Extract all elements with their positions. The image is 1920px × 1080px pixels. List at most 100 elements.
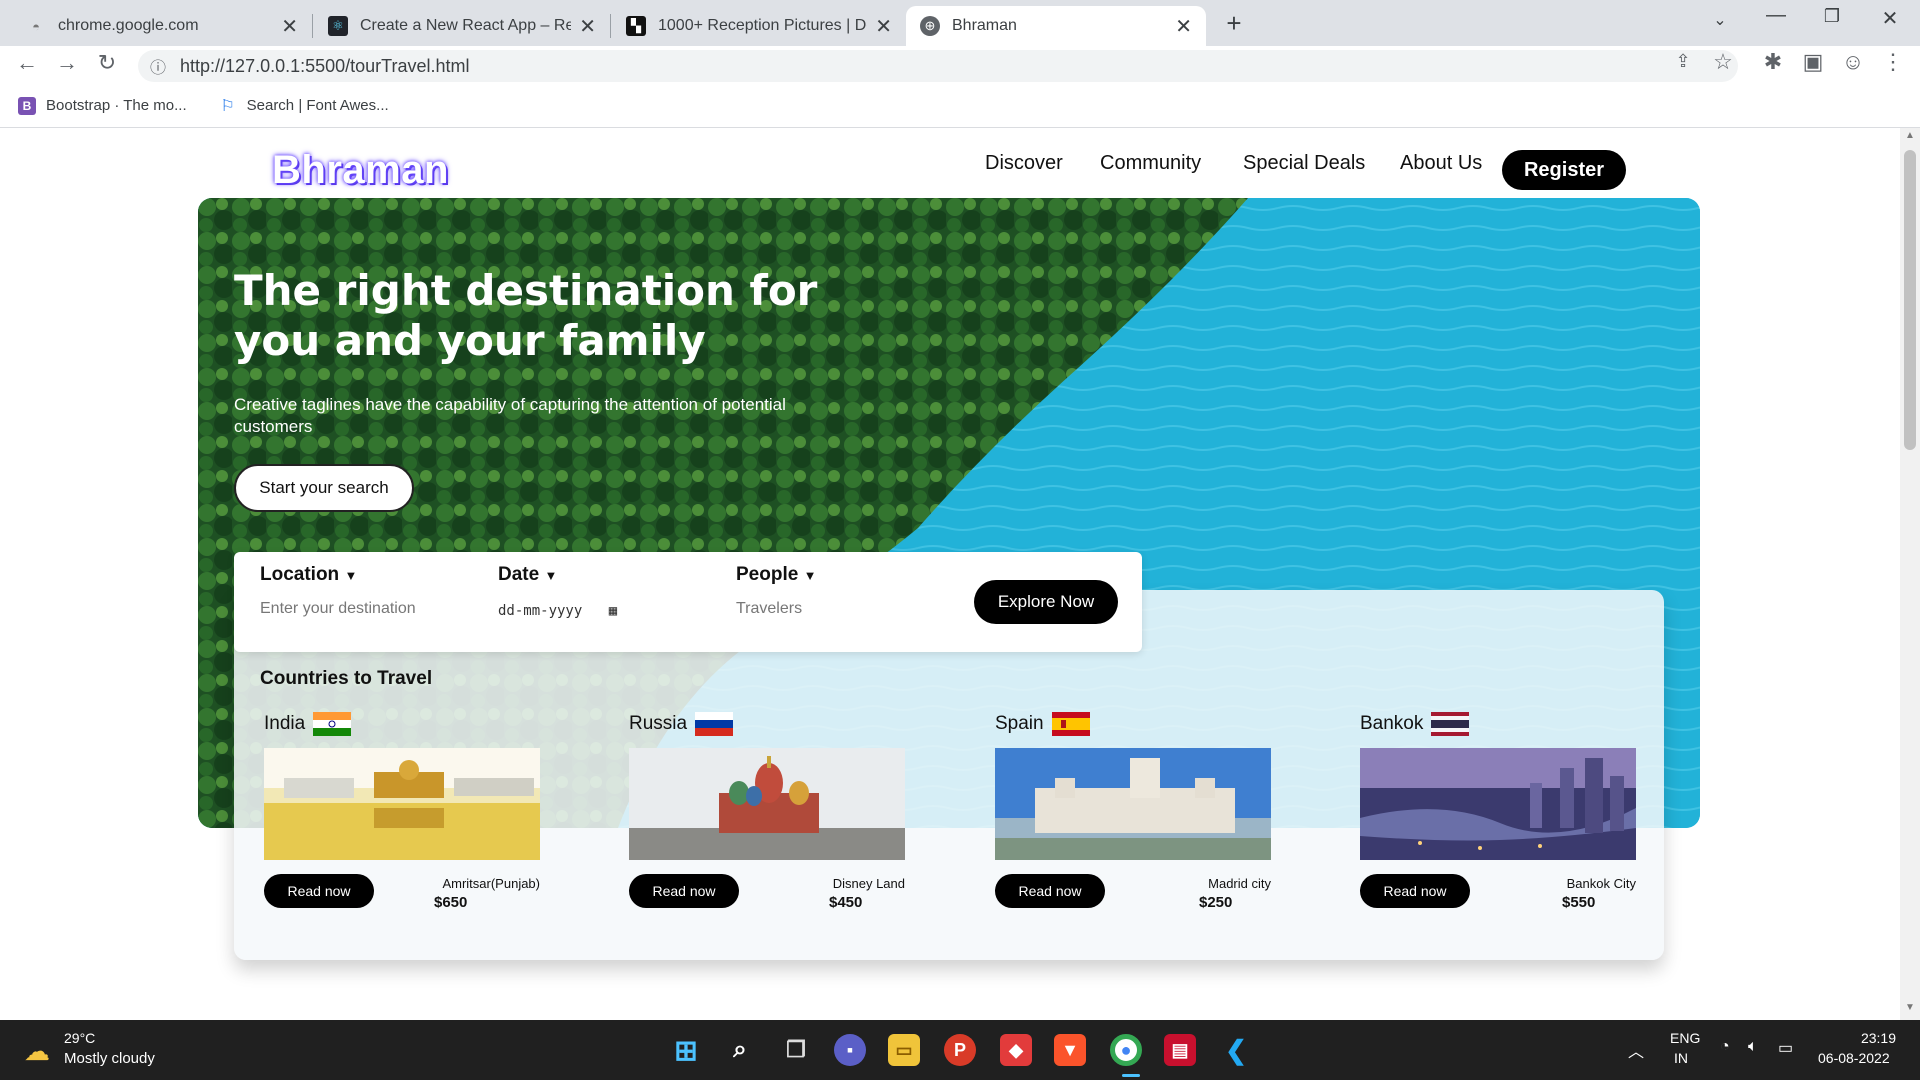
close-icon[interactable]: ✕ — [1175, 14, 1192, 39]
caret-down-icon: ▼ — [344, 568, 358, 583]
tab-unsplash[interactable]: ▚ 1000+ Reception Pictures | Down ✕ — [612, 6, 906, 46]
tab-search-icon[interactable]: ⌄ — [1700, 10, 1740, 30]
reload-icon[interactable]: ↻ — [92, 50, 122, 76]
chrome-icon[interactable]: ● — [1110, 1034, 1142, 1066]
countries-title: Countries to Travel — [260, 668, 433, 689]
weather-temperature[interactable]: 29°C — [64, 1030, 95, 1046]
tab-bhraman[interactable]: ⊕ Bhraman ✕ — [906, 6, 1206, 46]
side-panel-icon[interactable]: ▣ — [1798, 49, 1828, 75]
close-icon[interactable]: ✕ — [875, 14, 892, 39]
nav-community[interactable]: Community — [1100, 152, 1201, 175]
russia-flag-icon — [695, 712, 734, 736]
search-box: Location ▼ Enter your destination Date ▼… — [234, 552, 1142, 652]
close-icon[interactable]: ✕ — [579, 14, 596, 39]
back-icon[interactable]: ← — [12, 50, 42, 76]
file-explorer-icon[interactable]: ▭ — [888, 1034, 920, 1066]
menu-icon[interactable]: ⋮ — [1878, 49, 1908, 75]
read-now-button[interactable]: Read now — [1360, 874, 1470, 908]
battery-icon[interactable]: ▭ — [1778, 1038, 1793, 1058]
tab-title: Create a New React App – React — [360, 17, 572, 34]
madrid-palace-image — [995, 748, 1271, 860]
browser-toolbar: ← → ↻ ⓘ http://127.0.0.1:5500/tourTravel… — [0, 46, 1920, 84]
hero-subtitle: Creative taglines have the capability of… — [234, 395, 786, 436]
site-logo[interactable]: Bhraman — [272, 148, 449, 193]
india-flag-icon — [313, 712, 352, 736]
share-icon[interactable]: ⇪ — [1668, 51, 1698, 72]
tab-chrome-webstore[interactable]: ◓ chrome.google.com ✕ — [12, 6, 312, 46]
volume-icon[interactable]: 🔈︎ — [1748, 1038, 1758, 1056]
nav-discover[interactable]: Discover — [985, 152, 1063, 175]
price: $250 — [1199, 894, 1233, 911]
bangkok-city-image — [1360, 748, 1636, 860]
extensions-icon[interactable]: ✱ — [1758, 49, 1788, 75]
teams-chat-icon[interactable]: ▪ — [834, 1034, 866, 1066]
task-view-icon[interactable]: ❐ — [780, 1034, 812, 1066]
clock-date[interactable]: 06-08-2022 — [1818, 1050, 1890, 1066]
profile-icon[interactable]: ☺ — [1838, 49, 1868, 75]
read-now-button[interactable]: Read now — [629, 874, 739, 908]
unsplash-icon: ▚ — [626, 16, 646, 36]
price: $550 — [1562, 894, 1596, 911]
new-tab-button[interactable]: + — [1214, 8, 1254, 39]
address-bar[interactable]: ⓘ http://127.0.0.1:5500/tourTravel.html — [138, 50, 1738, 82]
star-icon[interactable]: ☆ — [1708, 49, 1738, 75]
register-button[interactable]: Register — [1502, 150, 1626, 190]
scrollbar-thumb[interactable] — [1904, 150, 1916, 450]
language-indicator[interactable]: ENG — [1670, 1030, 1700, 1046]
chrome-webstore-icon: ◓ — [32, 18, 40, 34]
bookmarks-bar: B Bootstrap · The mo... ⚐ Search | Font … — [0, 84, 1920, 128]
price: $650 — [434, 894, 468, 911]
chevron-up-icon[interactable]: ︿ — [1628, 1038, 1644, 1062]
restore-button[interactable]: ❐ — [1812, 6, 1852, 27]
nav-special-deals[interactable]: Special Deals — [1243, 152, 1365, 175]
tab-react[interactable]: ⚛ Create a New React App – React ✕ — [314, 6, 610, 46]
location-input[interactable]: Enter your destination — [260, 600, 416, 618]
anydesk-icon[interactable]: ◆ — [1000, 1034, 1032, 1066]
place-name: Bankok City — [1566, 876, 1636, 891]
close-icon[interactable]: ✕ — [281, 14, 298, 39]
nav-about-us[interactable]: About Us — [1400, 152, 1482, 175]
office-app-icon[interactable]: ▤ — [1164, 1034, 1196, 1066]
people-label[interactable]: People ▼ — [736, 564, 816, 586]
date-input[interactable]: dd-mm-yyyy ▦ — [498, 603, 617, 619]
weather-icon[interactable]: ☁ — [24, 1036, 50, 1067]
explore-now-button[interactable]: Explore Now — [974, 580, 1118, 624]
read-now-button[interactable]: Read now — [995, 874, 1105, 908]
people-input[interactable]: Travelers — [736, 600, 816, 618]
bookmark-bootstrap[interactable]: B Bootstrap · The mo... — [18, 96, 187, 115]
tab-title: Bhraman — [952, 17, 1017, 34]
powerpoint-icon[interactable]: P — [944, 1034, 976, 1066]
brave-icon[interactable]: ▼ — [1054, 1034, 1086, 1066]
place-name: Disney Land — [832, 876, 905, 891]
caret-down-icon: ▼ — [803, 568, 817, 583]
place-name: Amritsar(Punjab) — [442, 876, 540, 891]
windows-start-icon[interactable]: ⊞ — [670, 1034, 702, 1066]
region-indicator[interactable]: IN — [1674, 1050, 1688, 1066]
minimize-button[interactable]: — — [1756, 4, 1796, 27]
search-icon[interactable]: ⌕ — [724, 1034, 756, 1066]
weather-condition[interactable]: Mostly cloudy — [64, 1050, 155, 1067]
calendar-icon: ▦ — [608, 603, 618, 619]
location-field[interactable]: Location ▼ Enter your destination — [260, 564, 416, 618]
bookmark-label: Bootstrap · The mo... — [46, 97, 187, 114]
url-text: http://127.0.0.1:5500/tourTravel.html — [180, 55, 470, 76]
country-card-russia: Russia Read now Disney Land $450 — [629, 710, 905, 911]
country-name: India — [264, 713, 306, 734]
start-search-button[interactable]: Start your search — [234, 464, 414, 512]
read-now-button[interactable]: Read now — [264, 874, 374, 908]
country-card-spain: Spain Read now Madrid city $250 — [995, 710, 1271, 911]
info-icon[interactable]: ⓘ — [150, 54, 166, 78]
country-name: Spain — [995, 713, 1044, 734]
people-field[interactable]: People ▼ Travelers — [736, 564, 816, 618]
forward-icon[interactable]: → — [52, 50, 82, 76]
spain-flag-icon — [1051, 712, 1090, 736]
date-field[interactable]: Date ▼ dd-mm-yyyy ▦ — [498, 564, 617, 619]
location-label[interactable]: Location ▼ — [260, 564, 416, 586]
date-label[interactable]: Date ▼ — [498, 564, 617, 586]
close-window-button[interactable]: ✕ — [1870, 6, 1910, 31]
clock-time[interactable]: 23:19 — [1846, 1030, 1896, 1046]
wifi-icon[interactable]: ◔ — [1720, 1038, 1730, 1056]
bookmark-fontawesome[interactable]: ⚐ Search | Font Awes... — [219, 97, 388, 115]
vscode-icon[interactable]: ❮ — [1220, 1034, 1252, 1066]
page-scrollbar[interactable]: ▲ ▼ — [1900, 128, 1920, 1020]
